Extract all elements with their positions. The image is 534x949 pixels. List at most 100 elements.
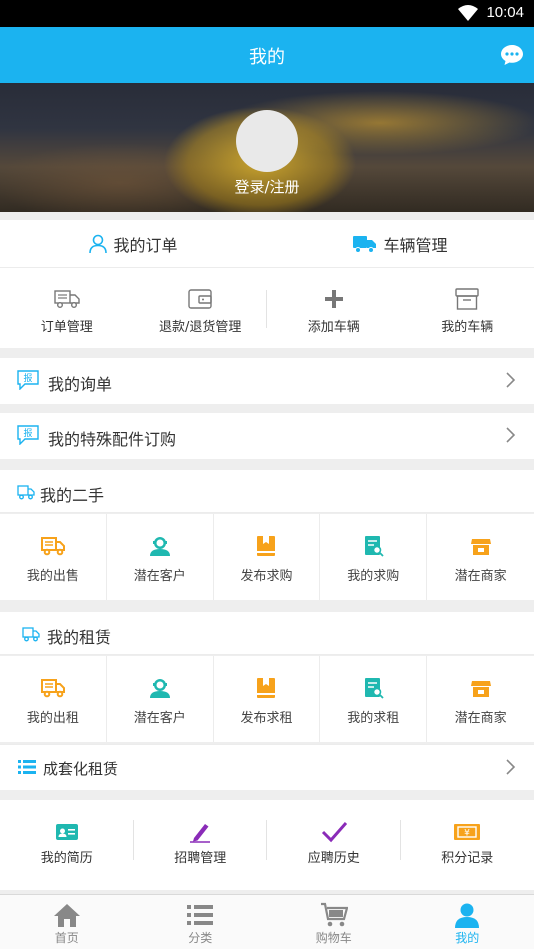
second-hand-header: 我的二手: [0, 470, 534, 513]
rental-potential-merchants-label: 潜在商家: [454, 711, 507, 726]
nav-home-label: 首页: [54, 931, 79, 945]
order-management-label: 订单管理: [40, 320, 93, 335]
nav-home[interactable]: 首页: [0, 895, 134, 949]
orders-row: 我的订单 车辆管理: [0, 220, 534, 268]
plus-icon: [324, 290, 343, 308]
truck-outline-icon: [54, 290, 80, 308]
second-hand-title: 我的二手: [40, 486, 105, 505]
profile-banner: 登录/注册: [0, 83, 534, 212]
my-orders-button[interactable]: 我的订单: [0, 220, 267, 268]
my-resume-button[interactable]: 我的简历: [0, 800, 134, 890]
list-icon: [187, 905, 214, 925]
my-rent-requests-button[interactable]: 我的求租: [320, 656, 428, 742]
recruitment-management-button[interactable]: 招聘管理: [134, 800, 268, 890]
nav-mine-label: 我的: [455, 931, 480, 945]
application-history-button[interactable]: 应聘历史: [267, 800, 401, 890]
chevron-right-icon: [506, 372, 516, 388]
my-sales-label: 我的出售: [26, 569, 79, 584]
points-record-label: 积分记录: [441, 851, 494, 866]
truck-outline-icon: [17, 485, 35, 500]
nav-mine[interactable]: 我的: [401, 895, 534, 949]
nav-cart[interactable]: 购物车: [267, 895, 401, 949]
nav-cart-label: 购物车: [315, 931, 352, 945]
package-rental-label: 成套化租赁: [43, 760, 119, 778]
my-inquiry-row[interactable]: 报 我的询单: [0, 358, 534, 404]
rental-potential-customers-label: 潜在客户: [133, 711, 186, 726]
home-icon: [53, 904, 80, 927]
nav-category[interactable]: 分类: [134, 895, 268, 949]
title-bar: 我的: [0, 27, 534, 83]
avatar[interactable]: [236, 110, 298, 172]
status-time: 10:04: [486, 4, 524, 21]
my-resume-label: 我的简历: [40, 851, 93, 866]
message-icon[interactable]: [500, 43, 524, 67]
cart-icon: [320, 902, 348, 927]
rental-potential-customers-button[interactable]: 潜在客户: [107, 656, 214, 742]
document-search-icon: [365, 678, 384, 699]
user-outline-icon: [89, 234, 108, 254]
login-register-link[interactable]: 登录/注册: [0, 176, 534, 197]
document-search-icon: [365, 536, 384, 557]
id-card-icon: [55, 824, 78, 840]
my-vehicles-label: 我的车辆: [441, 320, 494, 335]
potential-customers-label: 潜在客户: [133, 569, 186, 584]
user-icon: [455, 903, 480, 928]
refund-return-label: 退款/退货管理: [159, 320, 242, 335]
special-parts-label: 我的特殊配件订购: [48, 430, 177, 449]
bottom-nav: 首页 分类 购物车 我的: [0, 894, 534, 949]
points-ticket-icon: ¥: [454, 824, 481, 840]
truck-icon: [353, 236, 377, 253]
add-vehicle-button[interactable]: 添加车辆: [267, 268, 401, 348]
my-rent-requests-label: 我的求租: [347, 711, 400, 726]
checkmark-icon: [321, 822, 347, 843]
rental-grid: 我的出租 潜在客户 发布求租 我的求租 潜在商家: [0, 656, 534, 742]
rental-header: 我的租赁: [0, 612, 534, 655]
potential-merchants-label: 潜在商家: [454, 569, 507, 584]
store-icon: [470, 681, 491, 697]
my-orders-label: 我的订单: [113, 236, 178, 255]
customer-icon: [149, 679, 170, 698]
vehicle-management-button[interactable]: 车辆管理: [267, 220, 534, 268]
post-rent-request-label: 发布求租: [240, 711, 293, 726]
quick-actions-row: 订单管理 退款/退货管理 添加车辆 我的车辆: [0, 268, 534, 348]
potential-merchants-button[interactable]: 潜在商家: [427, 514, 534, 600]
package-rental-row[interactable]: 成套化租赁: [0, 744, 534, 790]
svg-text:报: 报: [23, 372, 32, 384]
truck-icon: [40, 537, 65, 556]
add-vehicle-label: 添加车辆: [307, 320, 360, 335]
recruitment-management-label: 招聘管理: [174, 851, 227, 866]
my-rent-out-button[interactable]: 我的出租: [0, 656, 107, 742]
quote-icon: 报: [17, 370, 39, 390]
refund-return-button[interactable]: 退款/退货管理: [134, 268, 268, 348]
wallet-icon: [188, 289, 212, 309]
application-history-label: 应聘历史: [307, 851, 360, 866]
my-purchase-requests-label: 我的求购: [347, 569, 400, 584]
potential-customers-button[interactable]: 潜在客户: [107, 514, 214, 600]
post-purchase-request-button[interactable]: 发布求购: [214, 514, 321, 600]
my-inquiry-label: 我的询单: [48, 375, 113, 394]
store-icon: [470, 539, 491, 555]
jobs-row: 我的简历 招聘管理 应聘历史 ¥ 积分记录: [0, 800, 534, 890]
chevron-right-icon: [506, 427, 516, 443]
quote-icon: 报: [17, 425, 39, 445]
rental-potential-merchants-button[interactable]: 潜在商家: [427, 656, 534, 742]
vehicle-management-label: 车辆管理: [383, 236, 448, 255]
post-rent-request-button[interactable]: 发布求租: [214, 656, 321, 742]
order-management-button[interactable]: 订单管理: [0, 268, 134, 348]
book-icon: [257, 678, 276, 698]
points-record-button[interactable]: ¥ 积分记录: [401, 800, 534, 890]
status-bar: 10:04: [0, 0, 534, 27]
my-rent-out-label: 我的出租: [26, 711, 79, 726]
my-vehicles-button[interactable]: 我的车辆: [401, 268, 534, 348]
rental-title: 我的租赁: [47, 628, 112, 647]
second-hand-grid: 我的出售 潜在客户 发布求购 我的求购 潜在商家: [0, 514, 534, 600]
truck-outline-icon: [22, 627, 40, 642]
truck-icon: [40, 679, 65, 698]
wifi-icon: [458, 4, 479, 21]
my-purchase-requests-button[interactable]: 我的求购: [320, 514, 428, 600]
nav-category-label: 分类: [188, 931, 213, 945]
special-parts-row[interactable]: 报 我的特殊配件订购: [0, 413, 534, 459]
chevron-right-icon: [506, 759, 516, 775]
customer-icon: [149, 537, 170, 556]
my-sales-button[interactable]: 我的出售: [0, 514, 107, 600]
